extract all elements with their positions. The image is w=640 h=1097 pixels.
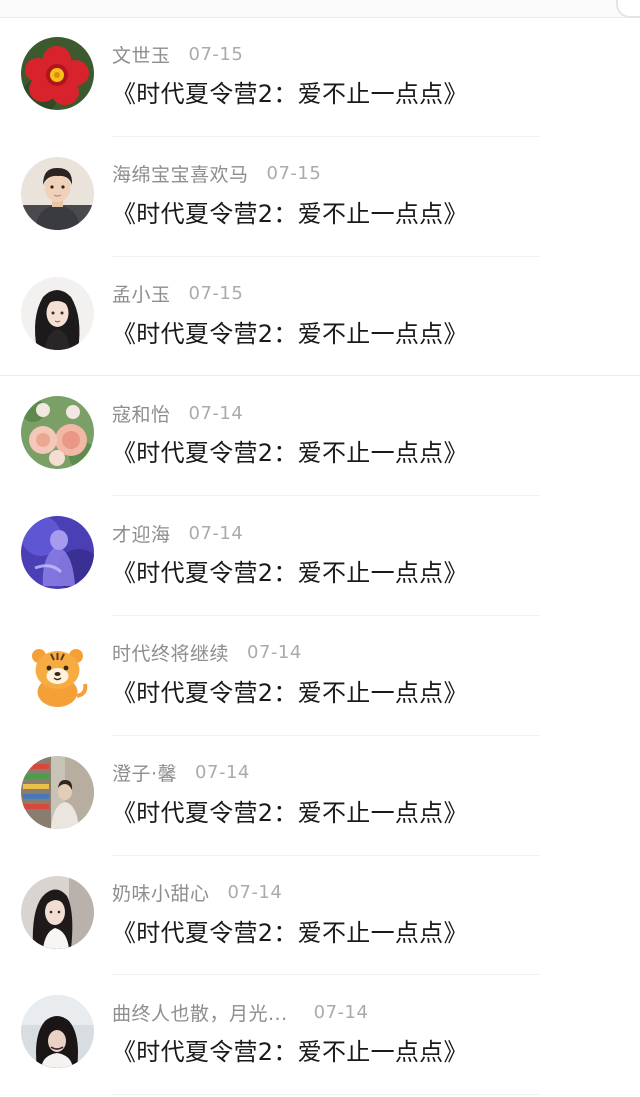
commenter-name[interactable]: 海绵宝宝喜欢马	[112, 160, 249, 187]
commenter-name[interactable]: 时代终将继续	[112, 639, 229, 666]
comment-item[interactable]: 海绵宝宝喜欢马 07-15 《时代夏令营2：爱不止一点点》	[0, 137, 640, 257]
comment-list-screen: 文世玉 07-15 《时代夏令营2：爱不止一点点》 海绵宝宝喜欢马 07-15 …	[0, 0, 640, 1097]
comment-meta: 海绵宝宝喜欢马 07-15	[112, 160, 321, 188]
comment-text: 《时代夏令营2：爱不止一点点》	[112, 319, 468, 348]
commenter-name[interactable]: 文世玉	[112, 41, 171, 68]
comment-date: 07-14	[188, 402, 244, 424]
comment-item[interactable]: 曲终人也散，月光... 07-14 《时代夏令营2：爱不止一点点》	[0, 975, 640, 1096]
row-divider	[112, 1094, 540, 1096]
comment-date: 07-14	[195, 762, 250, 784]
comment-meta: 孟小玉 07-15	[112, 280, 243, 308]
comment-text: 《时代夏令营2：爱不止一点点》	[112, 1038, 468, 1067]
comment-date: 07-15	[188, 43, 244, 65]
comment-meta: 才迎海 07-14	[112, 519, 243, 547]
comment-text: 《时代夏令营2：爱不止一点点》	[112, 439, 468, 468]
comment-item[interactable]: 寇和怡 07-14 《时代夏令营2：爱不止一点点》	[0, 376, 640, 497]
comment-item[interactable]: 时代终将继续 07-14 《时代夏令营2：爱不止一点点》	[0, 616, 640, 736]
comment-text: 《时代夏令营2：爱不止一点点》	[112, 559, 468, 588]
comment-meta: 寇和怡 07-14	[112, 399, 243, 427]
comment-date: 07-14	[247, 642, 302, 664]
comment-meta: 文世玉 07-15	[112, 40, 243, 68]
comment-feed: 文世玉 07-15 《时代夏令营2：爱不止一点点》 海绵宝宝喜欢马 07-15 …	[0, 17, 640, 1096]
comment-meta: 澄子·馨 07-14	[112, 759, 250, 787]
comment-meta: 奶味小甜心 07-14	[112, 879, 282, 907]
commenter-name[interactable]: 奶味小甜心	[112, 879, 210, 906]
comment-text: 《时代夏令营2：爱不止一点点》	[112, 918, 468, 947]
corner-button-edge	[616, 0, 640, 18]
comment-date: 07-14	[313, 1001, 369, 1023]
top-edge	[0, 0, 640, 18]
commenter-name[interactable]: 寇和怡	[112, 400, 171, 427]
roses-avatar[interactable]	[21, 396, 94, 470]
commenter-name[interactable]: 澄子·馨	[112, 759, 177, 786]
commenter-name[interactable]: 孟小玉	[112, 280, 171, 307]
commenter-name[interactable]: 曲终人也散，月光...	[112, 999, 288, 1026]
comment-item[interactable]: 才迎海 07-14 《时代夏令营2：爱不止一点点》	[0, 496, 640, 616]
comment-date: 07-14	[227, 882, 283, 904]
dark-hair-girl-avatar[interactable]	[21, 995, 94, 1069]
comment-item[interactable]: 澄子·馨 07-14 《时代夏令营2：爱不止一点点》	[0, 736, 640, 856]
comment-date: 07-14	[188, 522, 244, 544]
comment-date: 07-15	[266, 163, 322, 185]
anime-girl-avatar[interactable]	[21, 276, 94, 350]
cartoon-tiger-avatar[interactable]	[21, 635, 94, 709]
comment-meta: 时代终将继续 07-14	[112, 639, 302, 667]
comment-item[interactable]: 孟小玉 07-15 《时代夏令营2：爱不止一点点》	[0, 257, 640, 377]
commenter-name[interactable]: 才迎海	[112, 520, 171, 547]
boy-portrait-avatar[interactable]	[21, 156, 94, 230]
purple-figure-avatar[interactable]	[21, 516, 94, 590]
comment-text: 《时代夏令营2：爱不止一点点》	[112, 80, 468, 108]
comment-item[interactable]: 奶味小甜心 07-14 《时代夏令营2：爱不止一点点》	[0, 856, 640, 976]
girl-photo-avatar[interactable]	[21, 875, 94, 949]
comment-item[interactable]: 文世玉 07-15 《时代夏令营2：爱不止一点点》	[0, 17, 640, 137]
comment-text: 《时代夏令营2：爱不止一点点》	[112, 199, 468, 228]
comment-text: 《时代夏令营2：爱不止一点点》	[112, 678, 468, 707]
store-photo-avatar[interactable]	[21, 755, 94, 829]
comment-text: 《时代夏令营2：爱不止一点点》	[112, 798, 468, 827]
comment-date: 07-15	[188, 283, 244, 305]
red-flower-avatar[interactable]	[21, 37, 94, 110]
comment-meta: 曲终人也散，月光... 07-14	[112, 998, 368, 1026]
